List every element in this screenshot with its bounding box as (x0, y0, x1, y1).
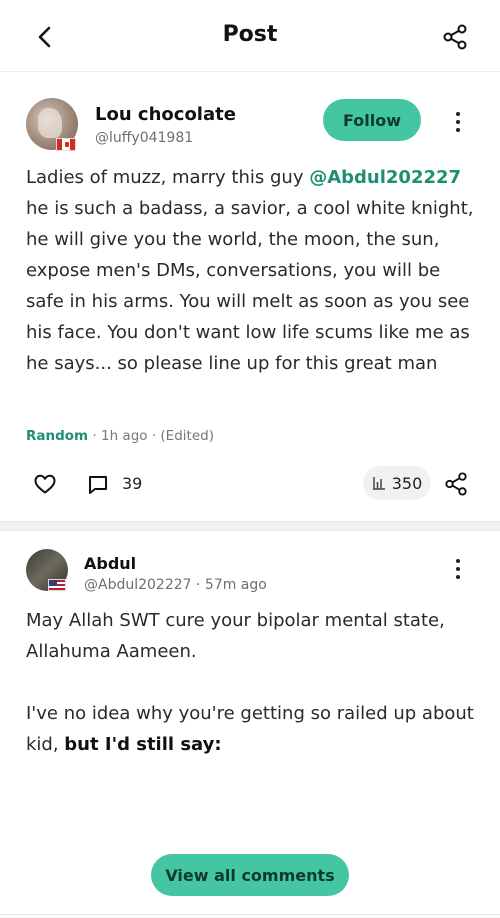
heart-icon (34, 474, 56, 494)
us-flag-icon (48, 579, 66, 591)
post-body: Ladies of muzz, marry this guy @Abdul202… (26, 162, 476, 379)
comment-icon (89, 476, 107, 494)
commenter-avatar[interactable] (26, 549, 70, 593)
share-icon (445, 472, 467, 496)
comment-bold-text: but I'd still say: (64, 734, 222, 755)
comment-paragraph: May Allah SWT cure your bipolar mental s… (26, 610, 445, 662)
view-all-comments-button[interactable]: View all comments (151, 854, 349, 896)
views-indicator[interactable]: 350 (363, 466, 431, 500)
more-options-button[interactable] (449, 106, 467, 138)
category-link[interactable]: Random (26, 428, 88, 444)
mention-link[interactable]: @Abdul202227 (309, 167, 461, 188)
bar-chart-icon (372, 477, 385, 490)
view-count: 350 (391, 473, 423, 493)
author-handle: @luffy041981 (95, 130, 194, 146)
canada-flag-icon (56, 138, 76, 151)
top-bar: Post (0, 0, 500, 72)
post-time: · 1h ago · (Edited) (88, 428, 214, 444)
comment-more-options-button[interactable] (449, 555, 467, 583)
comment-paragraph: I've no idea why you're getting so raile… (26, 698, 476, 760)
more-vertical-icon (456, 559, 460, 563)
like-button[interactable] (33, 472, 57, 496)
comment-body: May Allah SWT cure your bipolar mental s… (26, 605, 476, 791)
comment-item: Abdul @Abdul202227 · 57m ago May Allah S… (0, 531, 500, 831)
page-title: Post (222, 22, 278, 47)
author-avatar[interactable] (26, 98, 80, 152)
share-post-button[interactable] (444, 472, 468, 496)
bottom-divider (0, 914, 500, 915)
post-text-suffix: he is such a badass, a savior, a cool wh… (26, 198, 474, 374)
post-meta: Random · 1h ago · (Edited) (26, 428, 214, 444)
comment-button[interactable] (86, 473, 110, 497)
share-icon (443, 24, 467, 50)
follow-button[interactable]: Follow (323, 99, 421, 141)
action-bar: 39 350 (0, 464, 500, 504)
more-vertical-icon (456, 112, 460, 116)
comment-count: 39 (122, 474, 143, 493)
commenter-name[interactable]: Abdul (84, 554, 136, 573)
share-button[interactable] (440, 22, 470, 52)
author-name[interactable]: Lou chocolate (95, 104, 236, 125)
post-card: Lou chocolate @luffy041981 Follow Ladies… (0, 72, 500, 522)
commenter-handle-time: @Abdul202227 · 57m ago (84, 577, 267, 593)
section-divider (0, 521, 500, 531)
post-text-prefix: Ladies of muzz, marry this guy (26, 167, 310, 188)
